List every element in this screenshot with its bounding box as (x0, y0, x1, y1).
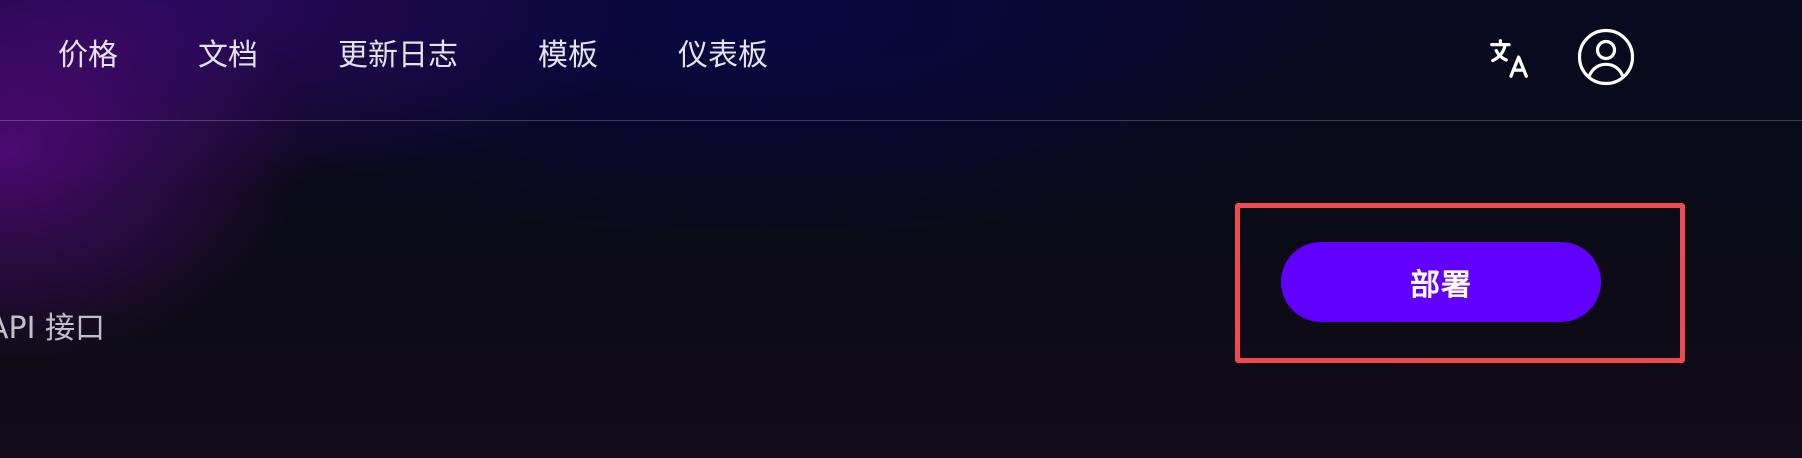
top-navigation-bar: 价格 文档 更新日志 模板 仪表板 (0, 0, 1802, 121)
translate-icon (1490, 39, 1528, 78)
nav-link-pricing[interactable]: 价格 (58, 33, 118, 79)
account-button[interactable] (1577, 28, 1635, 86)
translate-button[interactable] (1487, 36, 1533, 82)
nav-link-templates[interactable]: 模板 (538, 33, 598, 79)
user-circle-icon (1577, 28, 1635, 86)
nav-link-dashboard[interactable]: 仪表板 (678, 33, 768, 79)
nav-links: 价格 文档 更新日志 模板 仪表板 (58, 33, 768, 79)
nav-link-docs[interactable]: 文档 (198, 33, 258, 79)
api-section-label: API 接口 (0, 311, 105, 346)
deploy-button[interactable]: 部署 (1281, 242, 1601, 322)
nav-link-changelog[interactable]: 更新日志 (338, 33, 458, 79)
